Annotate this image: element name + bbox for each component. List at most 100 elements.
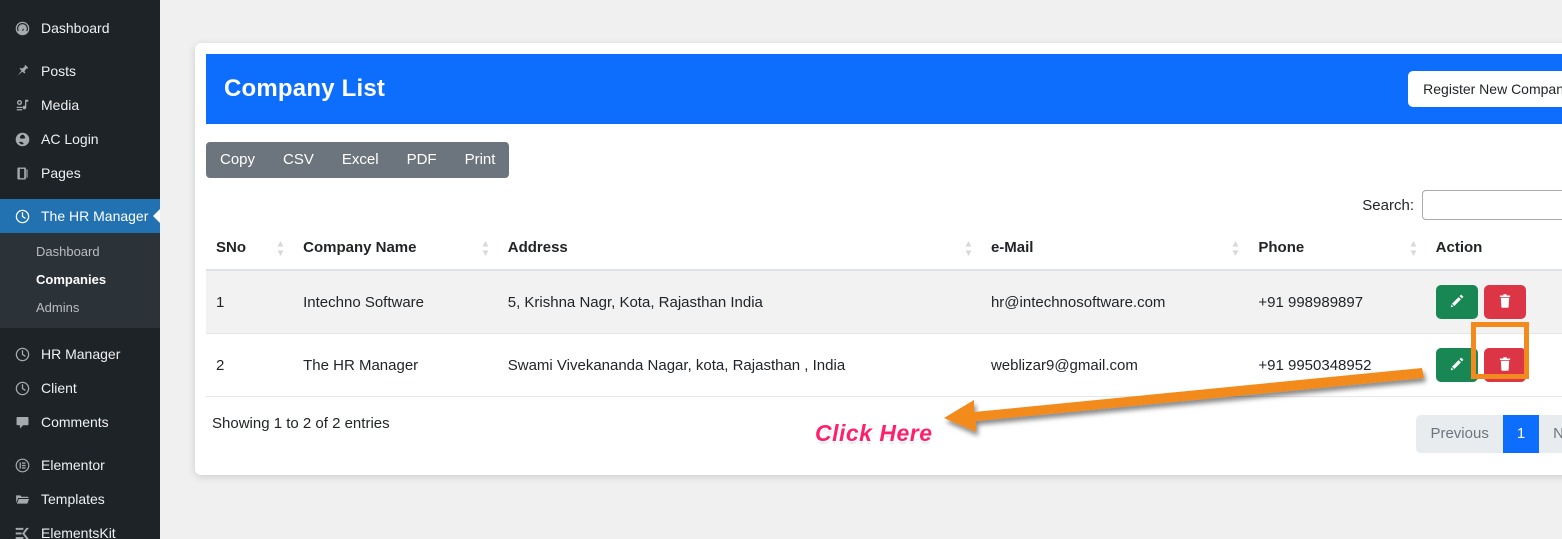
entries-info: Showing 1 to 2 of 2 entries xyxy=(212,415,390,432)
edit-button[interactable] xyxy=(1435,285,1478,319)
sidebar-item-client[interactable]: Client xyxy=(0,371,160,405)
card-header: Company List Register New Company xyxy=(206,54,1562,124)
main-content: Company List Register New Company Copy C… xyxy=(160,0,1562,539)
sidebar-item-label: The HR Manager xyxy=(41,208,149,224)
copy-button[interactable]: Copy xyxy=(206,142,269,178)
screen: Dashboard Posts Media AC Login Pages The… xyxy=(0,0,1562,539)
sort-icon xyxy=(482,240,489,256)
column-label: SNo xyxy=(216,239,246,256)
table-header-row: SNo Company Name Address e-Mail Phone Ac… xyxy=(206,230,1562,271)
sidebar-item-label: Dashboard xyxy=(41,20,110,36)
sidebar-item-elementor[interactable]: Elementor xyxy=(0,448,160,482)
sidebar-item-label: Comments xyxy=(41,414,109,430)
action-buttons xyxy=(1435,285,1562,319)
column-header-email[interactable]: e-Mail xyxy=(980,230,1249,271)
action-buttons xyxy=(1435,348,1562,382)
elementskit-icon xyxy=(12,523,32,539)
edit-button[interactable] xyxy=(1435,348,1478,382)
column-header-company-name[interactable]: Company Name xyxy=(293,230,498,271)
sidebar-item-label: Client xyxy=(41,380,77,396)
sidebar-item-templates[interactable]: Templates xyxy=(0,482,160,516)
column-header-action[interactable]: Action xyxy=(1425,230,1562,271)
pin-icon xyxy=(12,61,32,81)
sidebar-subitem-dashboard[interactable]: Dashboard xyxy=(0,238,160,266)
elementor-icon xyxy=(12,455,32,475)
trash-icon xyxy=(1497,293,1513,312)
sort-icon xyxy=(1410,240,1417,256)
column-label: Action xyxy=(1435,239,1483,256)
sidebar-item-hr-manager[interactable]: HR Manager xyxy=(0,337,160,371)
column-header-phone[interactable]: Phone xyxy=(1248,230,1426,271)
pagination-next[interactable]: Next xyxy=(1539,415,1562,453)
media-icon xyxy=(12,95,32,115)
csv-button[interactable]: CSV xyxy=(269,142,328,178)
delete-button[interactable] xyxy=(1483,348,1526,382)
card-body: Copy CSV Excel PDF Print Search: SNo Com… xyxy=(195,124,1562,457)
sidebar-item-media[interactable]: Media xyxy=(0,88,160,122)
table-row: 2 The HR Manager Swami Vivekananda Nagar… xyxy=(206,333,1562,397)
sort-icon xyxy=(1232,240,1239,256)
cell-company: Intechno Software xyxy=(293,270,498,334)
sidebar-item-dashboard[interactable]: Dashboard xyxy=(0,11,160,45)
cell-sno: 1 xyxy=(206,270,294,334)
sidebar-item-label: Media xyxy=(41,97,80,113)
column-header-address[interactable]: Address xyxy=(497,230,981,271)
clock-icon xyxy=(12,378,32,398)
company-table: SNo Company Name Address e-Mail Phone Ac… xyxy=(206,230,1562,397)
sidebar-item-label: Elementor xyxy=(41,457,105,473)
sidebar-item-label: Pages xyxy=(41,165,81,181)
register-new-company-button[interactable]: Register New Company xyxy=(1408,71,1562,107)
sidebar-item-ac-login[interactable]: AC Login xyxy=(0,122,160,156)
ac-login-icon xyxy=(12,129,32,149)
sidebar-item-label: Templates xyxy=(41,491,105,507)
cell-action xyxy=(1425,270,1562,334)
pagination-page-1[interactable]: 1 xyxy=(1502,415,1540,453)
search-label: Search: xyxy=(1362,196,1414,214)
comments-icon xyxy=(12,412,32,432)
table-head: SNo Company Name Address e-Mail Phone Ac… xyxy=(206,230,1562,271)
sidebar-submenu-the-hr-manager: Dashboard Companies Admins xyxy=(0,233,160,328)
trash-icon xyxy=(1497,356,1513,375)
clock-icon xyxy=(12,206,32,226)
cell-company: The HR Manager xyxy=(293,333,498,397)
sidebar-subitem-admins[interactable]: Admins xyxy=(0,294,160,322)
sidebar-item-label: ElementsKit xyxy=(41,525,116,539)
pagination: Previous 1 Next xyxy=(1416,415,1562,453)
cell-email: hr@intechnosoftware.com xyxy=(980,270,1249,334)
sidebar-item-comments[interactable]: Comments xyxy=(0,405,160,439)
column-header-sno[interactable]: SNo xyxy=(206,230,294,271)
pencil-icon xyxy=(1449,356,1465,375)
table-row: 1 Intechno Software 5, Krishna Nagr, Kot… xyxy=(206,270,1562,334)
sidebar-item-the-hr-manager[interactable]: The HR Manager xyxy=(0,199,160,233)
pagination-previous[interactable]: Previous xyxy=(1416,415,1503,453)
pages-icon xyxy=(12,163,32,183)
column-label: Phone xyxy=(1258,239,1305,256)
excel-button[interactable]: Excel xyxy=(328,142,393,178)
sidebar-item-pages[interactable]: Pages xyxy=(0,156,160,190)
cell-email: weblizar9@gmail.com xyxy=(980,333,1249,397)
sidebar-item-label: AC Login xyxy=(41,131,99,147)
cell-address: Swami Vivekananda Nagar, kota, Rajasthan… xyxy=(497,333,981,397)
sidebar-item-elementskit[interactable]: ElementsKit xyxy=(0,516,160,539)
folder-icon xyxy=(12,489,32,509)
column-label: Address xyxy=(507,239,568,256)
clock-icon xyxy=(12,344,32,364)
page-title: Company List xyxy=(224,75,386,102)
company-list-card: Company List Register New Company Copy C… xyxy=(195,43,1562,475)
search-row: Search: xyxy=(206,190,1562,220)
print-button[interactable]: Print xyxy=(451,142,510,178)
table-body: 1 Intechno Software 5, Krishna Nagr, Kot… xyxy=(206,270,1562,397)
dashboard-icon xyxy=(12,18,32,38)
cell-action xyxy=(1425,333,1562,397)
table-footer: Showing 1 to 2 of 2 entries Previous 1 N… xyxy=(206,411,1562,457)
pdf-button[interactable]: PDF xyxy=(393,142,451,178)
export-button-group: Copy CSV Excel PDF Print xyxy=(206,142,510,178)
sidebar-subitem-companies[interactable]: Companies xyxy=(0,266,160,294)
search-input[interactable] xyxy=(1422,190,1562,220)
sidebar-item-posts[interactable]: Posts xyxy=(0,54,160,88)
delete-button[interactable] xyxy=(1483,285,1526,319)
sidebar-item-label: Posts xyxy=(41,63,77,79)
cell-address: 5, Krishna Nagr, Kota, Rajasthan India xyxy=(497,270,981,334)
cell-phone: +91 998989897 xyxy=(1248,270,1426,334)
cell-phone: +91 9950348952 xyxy=(1248,333,1426,397)
